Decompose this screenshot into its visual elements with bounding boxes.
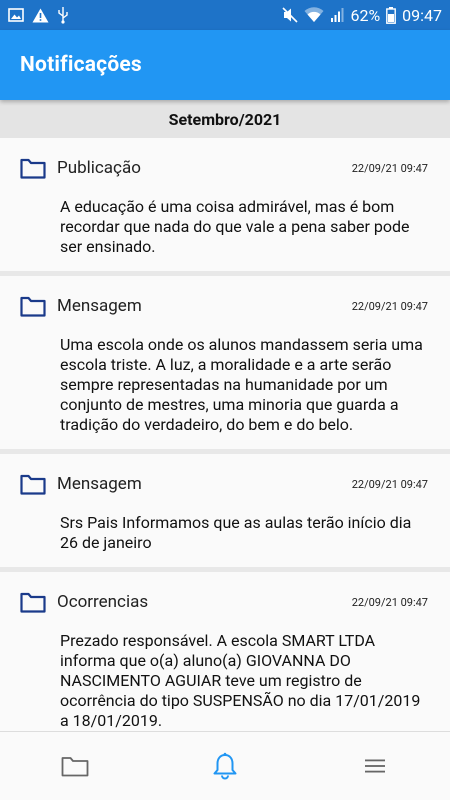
notification-card[interactable]: Ocorrencias 22/09/21 09:47 Prezado respo…: [0, 572, 450, 731]
notification-body: A educação é uma coisa admirável, mas é …: [60, 197, 410, 256]
folder-icon: [20, 474, 46, 495]
notification-type: Mensagem: [57, 474, 142, 494]
notification-body: Srs Pais Informamos que as aulas terão i…: [60, 513, 412, 552]
folder-icon: [20, 592, 46, 613]
bell-icon: [213, 752, 237, 780]
notification-type: Publicação: [57, 158, 141, 178]
month-header: Setembro/2021: [0, 100, 450, 138]
status-bar: 62% 09:47: [0, 0, 450, 30]
folder-icon: [61, 757, 89, 777]
usb-icon: [58, 7, 68, 24]
notification-body: Uma escola onde os alunos mandassem seri…: [60, 335, 423, 434]
nav-notifications-button[interactable]: [195, 736, 255, 796]
page-title: Notificações: [20, 53, 142, 77]
notification-body: Prezado responsável. A escola SMART LTDA…: [60, 631, 421, 730]
nav-menu-button[interactable]: [345, 736, 405, 796]
notification-type: Mensagem: [57, 296, 142, 316]
notification-type: Ocorrencias: [57, 592, 149, 612]
folder-icon: [20, 158, 46, 179]
image-icon: [8, 8, 24, 22]
notification-list[interactable]: Publicação 22/09/21 09:47 A educação é u…: [0, 138, 450, 731]
battery-icon: [386, 6, 397, 24]
notification-date: 22/09/21 09:47: [351, 477, 428, 491]
clock: 09:47: [402, 5, 442, 25]
notification-date: 22/09/21 09:47: [351, 299, 428, 313]
battery-percent: 62%: [350, 5, 381, 25]
notification-date: 22/09/21 09:47: [351, 595, 428, 609]
nav-folders-button[interactable]: [45, 736, 105, 796]
folder-icon: [20, 296, 46, 317]
bottom-navigation: [0, 731, 450, 800]
wifi-icon: [304, 7, 324, 22]
signal-icon: [331, 8, 344, 22]
notification-date: 22/09/21 09:47: [351, 161, 428, 175]
app-bar: Notificações: [0, 30, 450, 100]
notification-card[interactable]: Mensagem 22/09/21 09:47 Srs Pais Informa…: [0, 454, 450, 567]
notification-card[interactable]: Mensagem 22/09/21 09:47 Uma escola onde …: [0, 276, 450, 449]
notification-card[interactable]: Publicação 22/09/21 09:47 A educação é u…: [0, 138, 450, 271]
mute-icon: [282, 7, 299, 23]
warning-icon: [32, 8, 49, 22]
menu-icon: [365, 759, 385, 773]
